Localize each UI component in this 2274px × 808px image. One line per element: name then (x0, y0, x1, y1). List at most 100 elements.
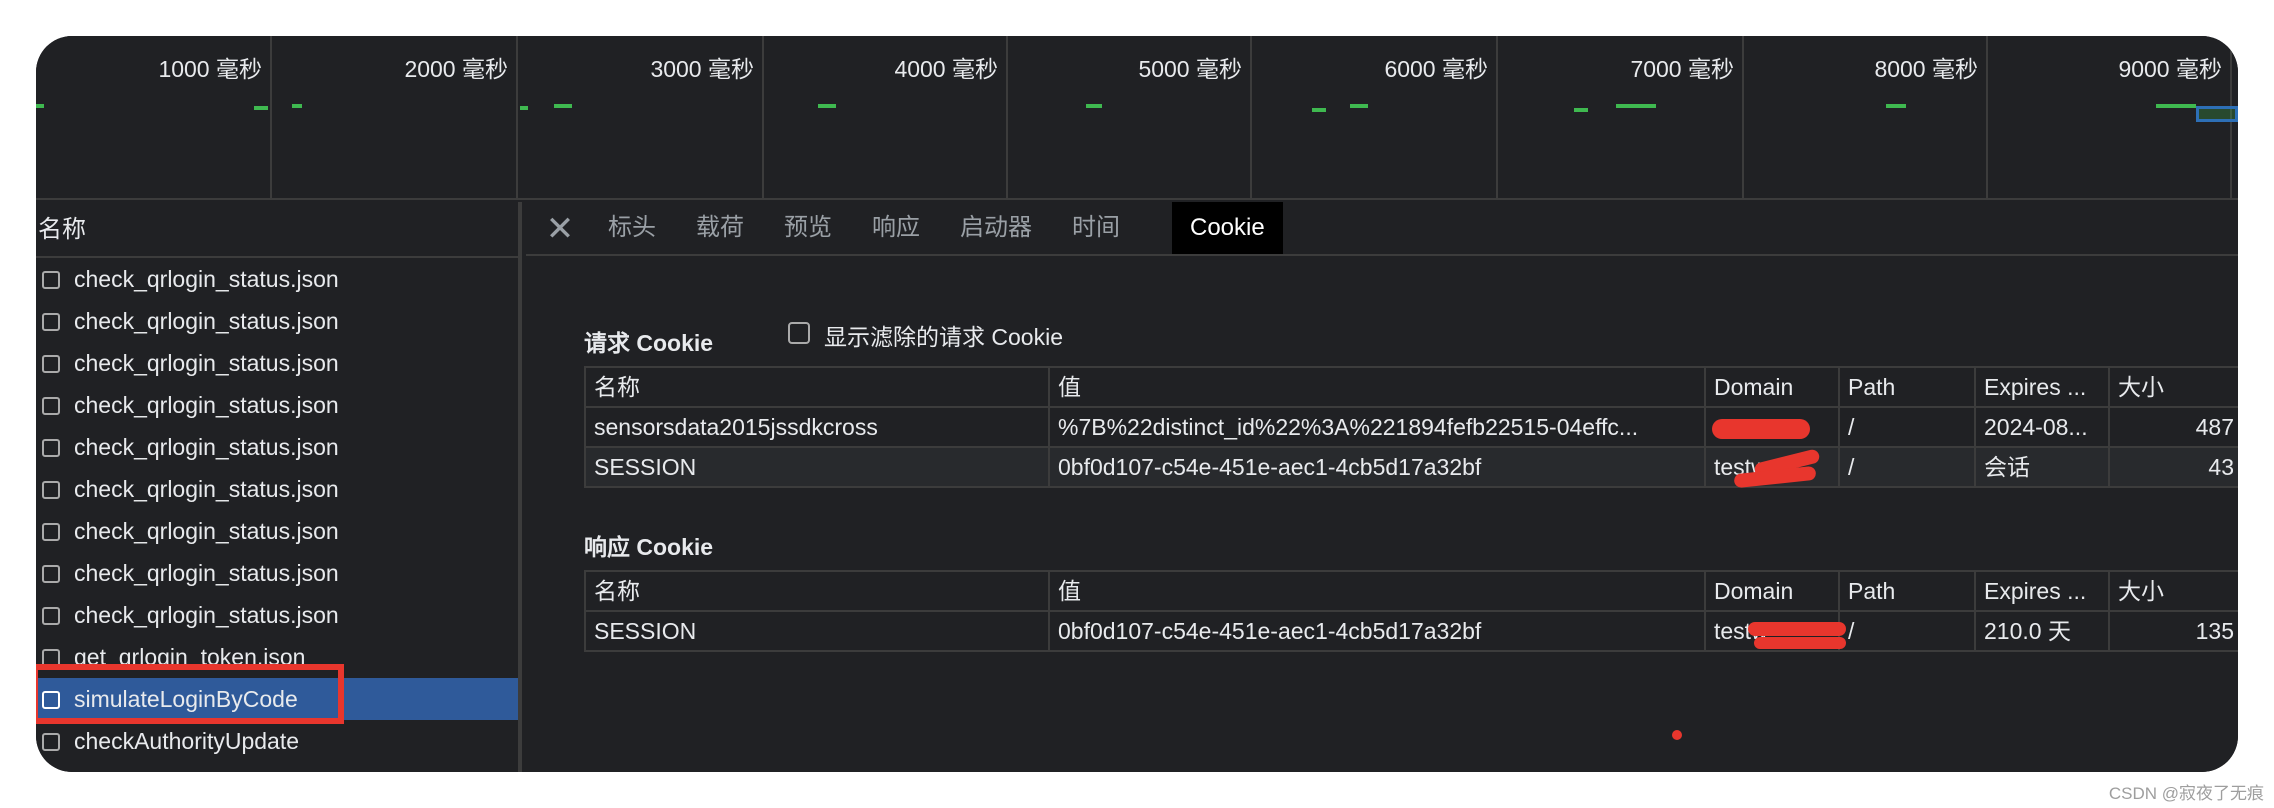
timeline-request-mark (554, 104, 572, 108)
highlight-box (36, 664, 344, 724)
request-row[interactable]: check_qrlogin_status.json (36, 552, 518, 594)
cookie-path-cell: / (1840, 612, 1976, 650)
cookie-expires-cell: 2024-08... (1976, 408, 2110, 446)
request-row-checkbox[interactable] (42, 481, 60, 499)
request-row-name: check_qrlogin_status.json (74, 266, 339, 292)
request-cookies-table: 名称值DomainPathExpires ...大小Htsensorsdata2… (584, 366, 2238, 488)
timeline-request-mark (818, 104, 836, 108)
cookie-table-header: 名称值DomainPathExpires ...大小Ht (586, 368, 2238, 408)
column-header-size[interactable]: 大小 (2110, 368, 2238, 406)
request-row-checkbox[interactable] (42, 523, 60, 541)
cookie-name-cell: SESSION (586, 448, 1050, 486)
cookie-row[interactable]: sensorsdata2015jssdkcross %7B%22distinct_… (586, 408, 2238, 448)
timeline-tick-label: 9000 毫秒 (2118, 56, 2222, 82)
request-row-name: check_qrlogin_status.json (74, 434, 339, 460)
tab-headers[interactable]: 标头 (590, 202, 674, 254)
tab-response[interactable]: 响应 (854, 202, 938, 254)
tab-cookies[interactable]: Cookie (1172, 202, 1283, 254)
request-row-checkbox[interactable] (42, 607, 60, 625)
network-overview-timeline[interactable]: 1000 毫秒 2000 毫秒 3000 毫秒 4000 毫秒 5000 毫秒 6000 … (36, 36, 2238, 200)
timeline-request-mark (1350, 104, 1368, 108)
request-row[interactable]: check_qrlogin_status.json (36, 384, 518, 426)
timeline-tick-label: 3000 毫秒 (650, 56, 754, 82)
request-row-checkbox[interactable] (42, 271, 60, 289)
column-header-name[interactable]: 名称 (586, 368, 1050, 406)
show-filtered-cookies-checkbox[interactable] (788, 322, 810, 344)
request-row-name: check_qrlogin_status.json (74, 560, 339, 586)
column-header-expires[interactable]: Expires ... (1976, 572, 2110, 610)
timeline-request-mark (1086, 104, 1102, 108)
request-row-checkbox[interactable] (42, 565, 60, 583)
tab-timing[interactable]: 时间 (1054, 202, 1138, 254)
request-row-checkbox[interactable] (42, 355, 60, 373)
request-row-checkbox[interactable] (42, 733, 60, 751)
request-list: 名称 check_qrlogin_status.json check_qrlogi… (36, 202, 522, 772)
cookie-value-cell: 0bf0d107-c54e-451e-aec1-4cb5d17a32bf (1050, 448, 1706, 486)
request-row[interactable]: check_qrlogin_status.json (36, 258, 518, 300)
column-header-value[interactable]: 值 (1050, 572, 1706, 610)
request-list-header-name[interactable]: 名称 (36, 202, 518, 258)
request-row[interactable]: check_qrlogin_status.json (36, 426, 518, 468)
tab-initiator[interactable]: 启动器 (942, 202, 1050, 254)
request-row-name: check_qrlogin_status.json (74, 392, 339, 418)
request-row[interactable]: checkAuthorityUpdate (36, 720, 518, 762)
timeline-request-mark (1616, 104, 1656, 108)
column-header-expires[interactable]: Expires ... (1976, 368, 2110, 406)
timeline-request-mark (292, 104, 302, 108)
cookie-size-cell: 43 (2110, 448, 2238, 486)
cookie-row[interactable]: SESSION 0bf0d107-c54e-451e-aec1-4cb5d17a3… (586, 612, 2238, 652)
request-row[interactable]: check_qrlogin_status.json (36, 342, 518, 384)
column-header-path[interactable]: Path (1840, 368, 1976, 406)
timeline-tick-label: 1000 毫秒 (158, 56, 262, 82)
timeline-tick-label: 8000 毫秒 (1874, 56, 1978, 82)
column-header-name[interactable]: 名称 (586, 572, 1050, 610)
show-filtered-cookies-label[interactable]: 显示滤除的请求 Cookie (824, 318, 1063, 352)
timeline-tick-label: 6000 毫秒 (1384, 56, 1488, 82)
request-row-name: check_qrlogin_status.json (74, 476, 339, 502)
column-header-size[interactable]: 大小 (2110, 572, 2238, 610)
redaction-mark (1754, 637, 1846, 649)
tab-payload[interactable]: 载荷 (678, 202, 762, 254)
timeline-tick-label: 4000 毫秒 (894, 56, 998, 82)
cookie-name-cell: sensorsdata2015jssdkcross (586, 408, 1050, 446)
request-row-checkbox[interactable] (42, 397, 60, 415)
request-row-name: checkAuthorityUpdate (74, 728, 300, 754)
close-icon[interactable]: ✕ (540, 208, 580, 250)
request-row-checkbox[interactable] (42, 439, 60, 457)
request-row[interactable]: check_qrlogin_status.json (36, 468, 518, 510)
timeline-tick-label: 2000 毫秒 (404, 56, 508, 82)
column-header-domain[interactable]: Domain (1706, 572, 1840, 610)
column-header-value[interactable]: 值 (1050, 368, 1706, 406)
tab-preview[interactable]: 预览 (766, 202, 850, 254)
watermark: CSDN @寂夜了无痕 (2108, 784, 2264, 803)
request-row[interactable]: check_qrlogin_status.json (36, 510, 518, 552)
timeline-request-mark (1886, 104, 1906, 108)
timeline-request-mark (1574, 108, 1588, 112)
request-row-name: check_qrlogin_status.json (74, 518, 339, 544)
timeline-request-mark (254, 106, 268, 110)
request-row-name: check_qrlogin_status.json (74, 602, 339, 628)
red-dot (1672, 730, 1682, 740)
timeline-request-mark (1312, 108, 1326, 112)
cookie-value-cell: %7B%22distinct_id%22%3A%221894fefb22515-… (1050, 408, 1706, 446)
request-row[interactable]: check_qrlogin_status.json (36, 594, 518, 636)
column-header-domain[interactable]: Domain (1706, 368, 1840, 406)
request-row-name: check_qrlogin_status.json (74, 350, 339, 376)
request-row-checkbox[interactable] (42, 313, 60, 331)
request-row-name: check_qrlogin_status.json (74, 308, 339, 334)
request-detail-pane: ✕ 标头 载荷 预览 响应 启动器 时间 Cookie 请求 Cookie 显示… (526, 202, 2238, 772)
cookie-expires-cell: 会话 (1976, 448, 2110, 486)
response-cookies-table: 名称值DomainPathExpires ...大小HtSESSION0bf0d… (584, 570, 2238, 652)
cookie-row[interactable]: SESSION 0bf0d107-c54e-451e-aec1-4cb5d17a3… (586, 448, 2238, 488)
cookie-size-cell: 487 (2110, 408, 2238, 446)
redaction-mark (1712, 419, 1810, 439)
devtools-network-panel: 1000 毫秒 2000 毫秒 3000 毫秒 4000 毫秒 5000 毫秒 6000 … (36, 36, 2238, 772)
cookie-size-cell: 135 (2110, 612, 2238, 650)
timeline-request-mark (520, 106, 528, 110)
cookie-expires-cell: 210.0 天 (1976, 612, 2110, 650)
timeline-tick-label: 7000 毫秒 (1630, 56, 1734, 82)
request-row[interactable]: check_qrlogin_status.json (36, 300, 518, 342)
column-header-path[interactable]: Path (1840, 572, 1976, 610)
timeline-selected-mark (2196, 106, 2238, 122)
cookie-value-cell: 0bf0d107-c54e-451e-aec1-4cb5d17a32bf (1050, 612, 1706, 650)
